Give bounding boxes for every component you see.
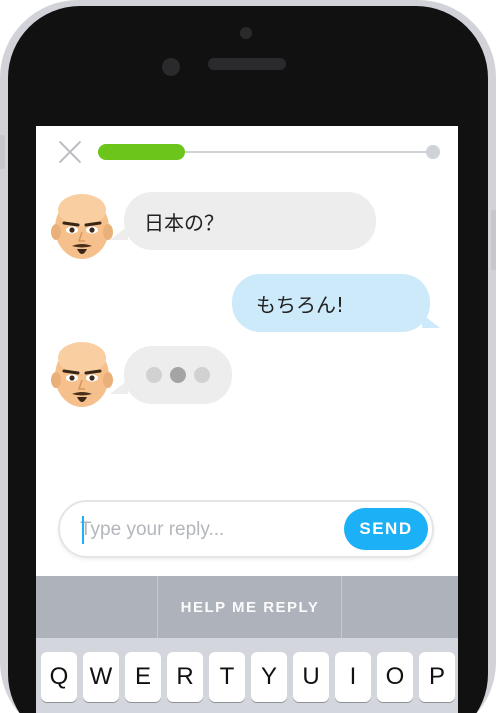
- power-button: [491, 210, 496, 270]
- volume-button: [0, 135, 5, 169]
- key-r[interactable]: R: [167, 652, 203, 702]
- key-e[interactable]: E: [125, 652, 161, 702]
- text-caret: [82, 516, 84, 544]
- help-bar: HELP ME REPLY: [36, 576, 458, 638]
- typing-dot: [170, 367, 186, 383]
- key-w[interactable]: W: [83, 652, 119, 702]
- help-me-reply-button[interactable]: HELP ME REPLY: [158, 576, 342, 638]
- user-message-text: もちろん!: [256, 292, 345, 317]
- user-message-bubble: もちろん!: [232, 274, 430, 332]
- key-o[interactable]: O: [377, 652, 413, 702]
- send-button[interactable]: SEND: [344, 508, 428, 550]
- key-y[interactable]: Y: [251, 652, 287, 702]
- front-camera: [240, 27, 252, 39]
- key-i[interactable]: I: [335, 652, 371, 702]
- help-bar-left-segment: [36, 576, 158, 638]
- bot-avatar: [51, 194, 113, 259]
- bot-avatar: [51, 342, 113, 407]
- bot-message-text: 日本の？: [144, 210, 224, 235]
- typing-indicator-bubble: [124, 346, 232, 404]
- key-t[interactable]: T: [209, 652, 245, 702]
- proximity-sensor: [162, 58, 180, 76]
- keyboard: Q W E R T Y U I O P: [36, 638, 458, 713]
- key-u[interactable]: U: [293, 652, 329, 702]
- close-icon[interactable]: [58, 140, 82, 164]
- reply-input[interactable]: [80, 516, 330, 544]
- progress-end-dot: [426, 145, 440, 159]
- earpiece-speaker: [208, 58, 286, 70]
- bot-message-bubble: 日本の？: [124, 192, 376, 250]
- typing-dot: [194, 367, 210, 383]
- key-q[interactable]: Q: [41, 652, 77, 702]
- typing-dot: [146, 367, 162, 383]
- lesson-progress-bar: [98, 144, 185, 160]
- bubble-tail: [422, 314, 440, 328]
- key-p[interactable]: P: [419, 652, 455, 702]
- reply-input-container: SEND: [58, 500, 434, 558]
- app-screen: 日本の？ もちろん! SEND HELP ME REPLY: [36, 126, 458, 713]
